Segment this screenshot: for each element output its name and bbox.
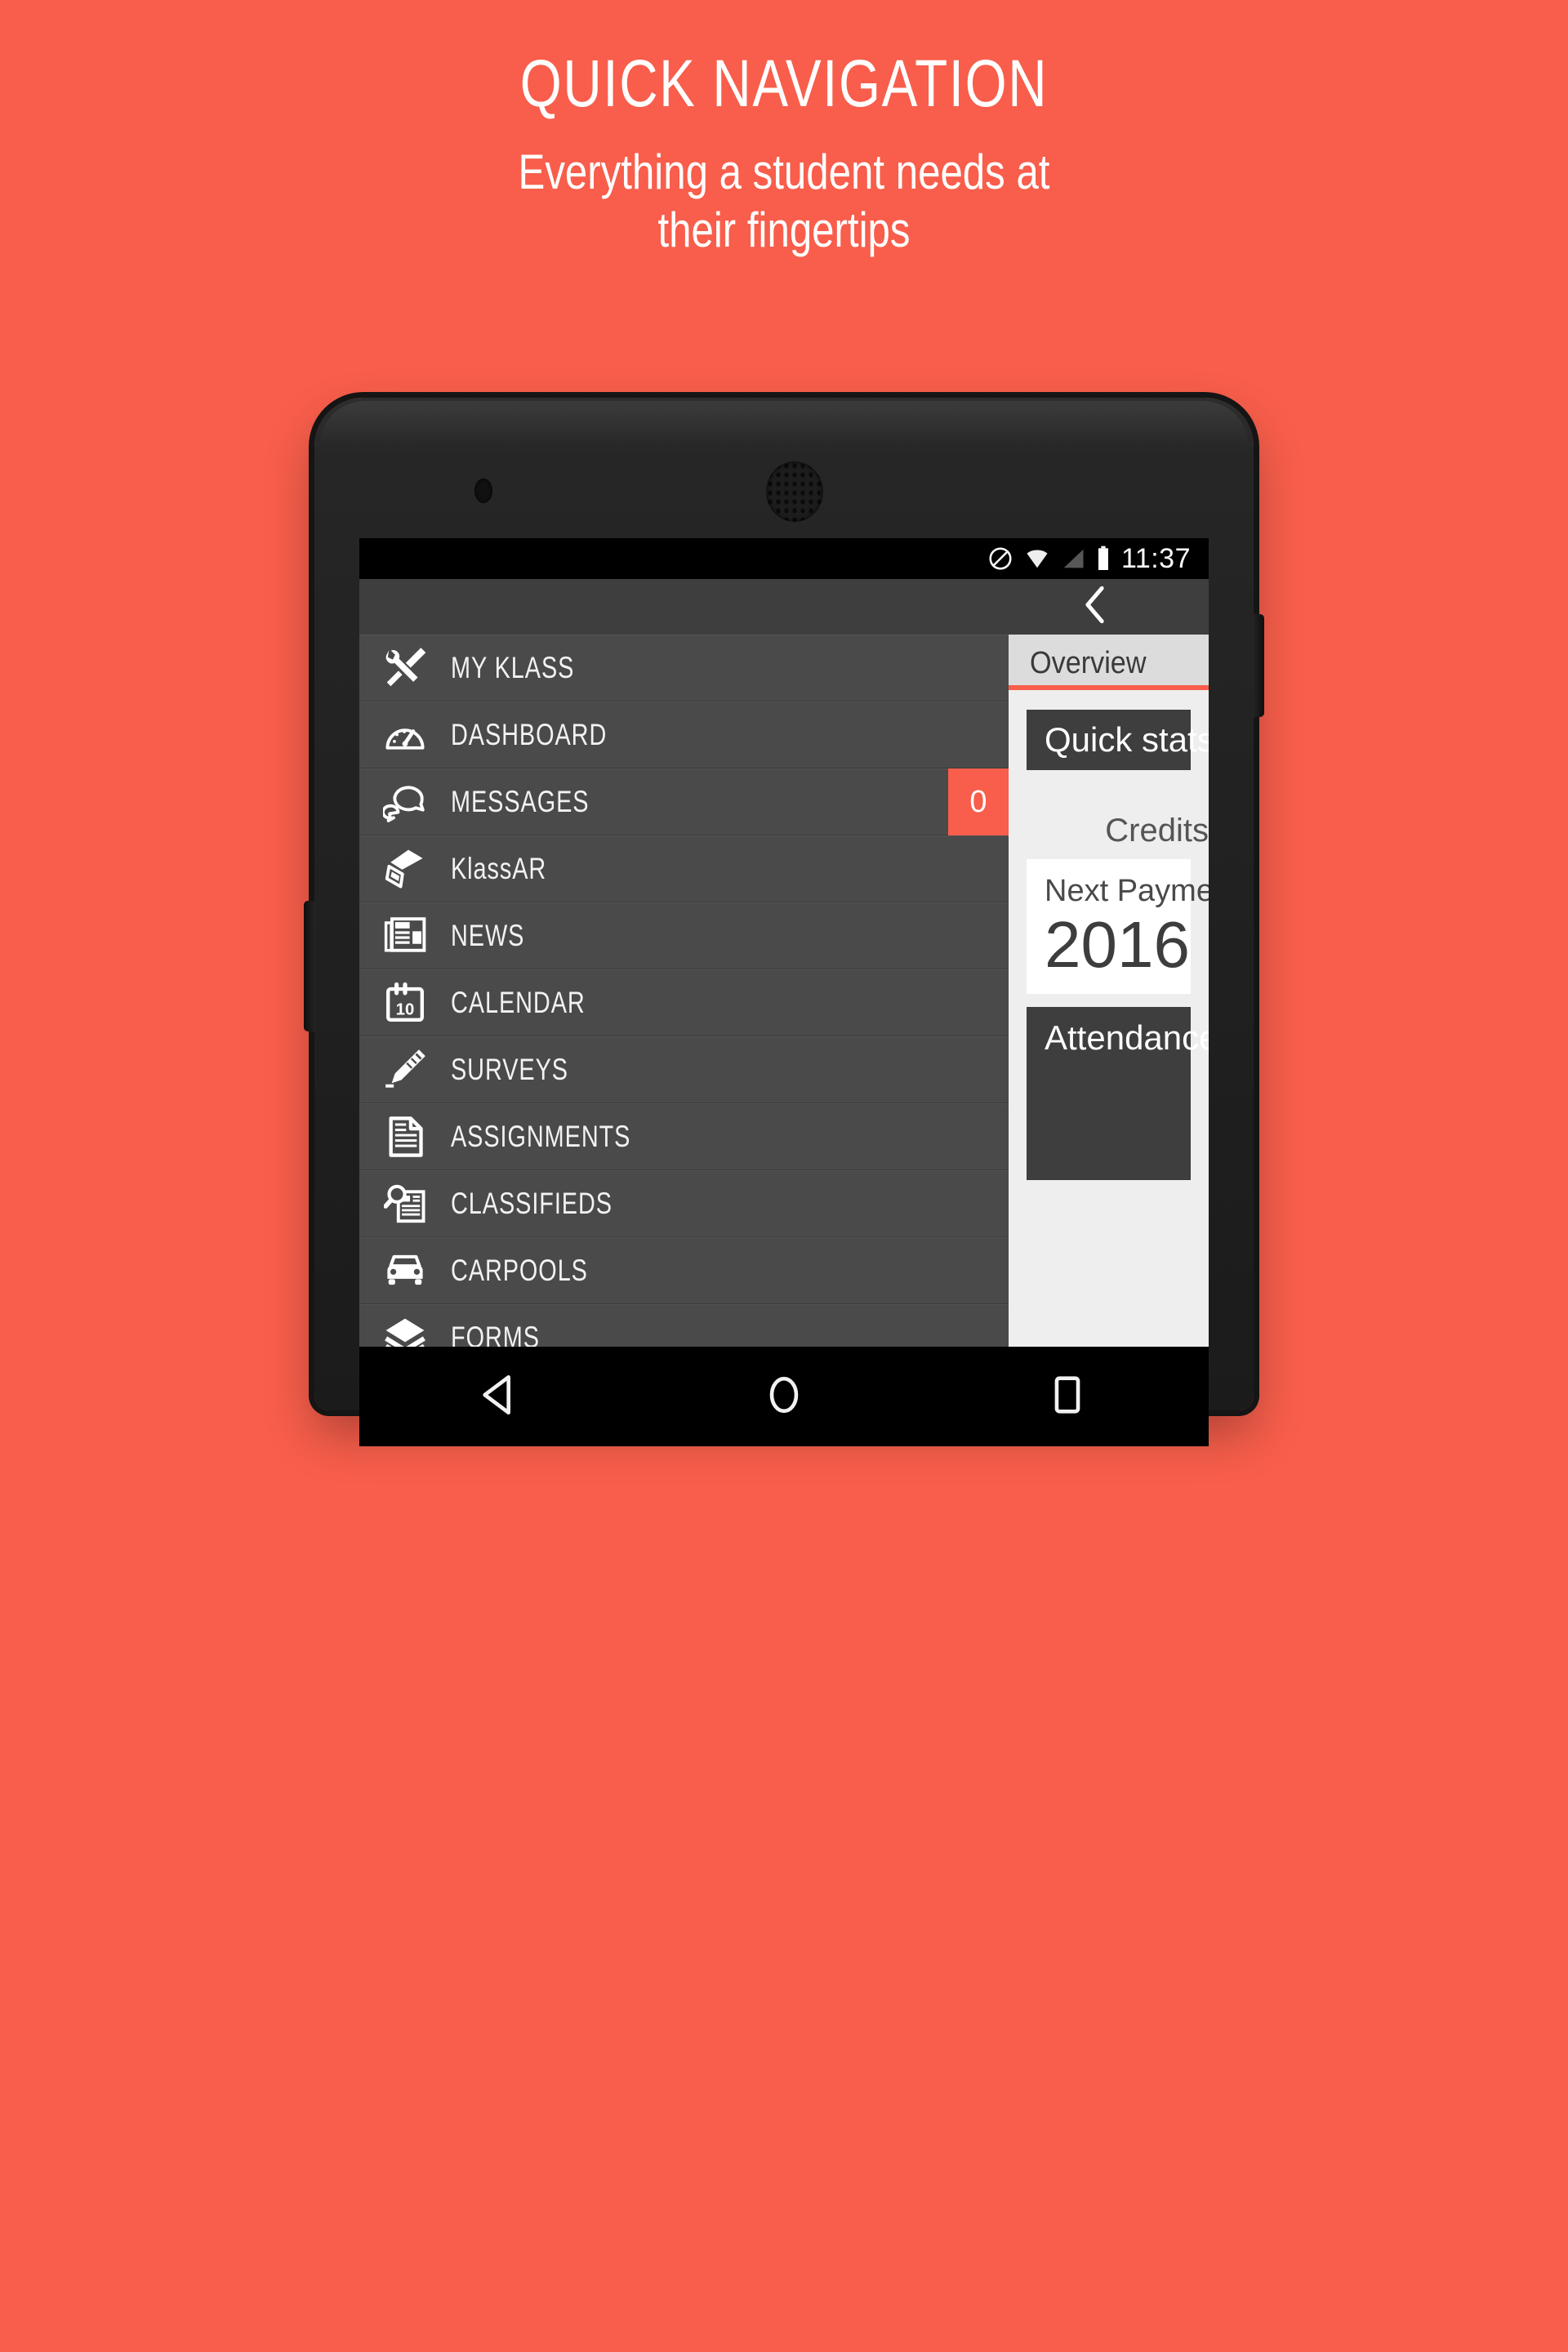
- drawer-item-label: MESSAGES: [451, 784, 590, 818]
- calendar-icon: 10: [359, 982, 451, 1024]
- cellular-signal-icon: [1063, 549, 1084, 568]
- promo-header: QUICK NAVIGATION Everything a student ne…: [0, 0, 1568, 260]
- drawer-item-label: NEWS: [451, 918, 525, 952]
- promo-subtitle-line-1: Everything a student needs at: [518, 145, 1050, 199]
- android-recents-icon[interactable]: [1044, 1371, 1091, 1423]
- attendance-card: Attendance: [1027, 1007, 1209, 1180]
- drawer-item-calendar[interactable]: 10 CALENDAR: [359, 969, 1009, 1036]
- drawer-item-my-klass[interactable]: MY KLASS: [359, 635, 1009, 702]
- layers-icon: [359, 1316, 451, 1347]
- next-payment-label: Next Payment: [1045, 874, 1209, 908]
- classifieds-icon: [359, 1183, 451, 1225]
- next-payment-value: 2016: [1045, 908, 1190, 981]
- drawer-item-label: SURVEYS: [451, 1052, 568, 1086]
- tab-overview[interactable]: Overview: [1030, 646, 1147, 681]
- speedometer-icon: [359, 713, 451, 757]
- status-bar-clock: 11:37: [1120, 542, 1191, 574]
- drawer-item-news[interactable]: NEWS: [359, 902, 1009, 969]
- drawer-item-label: ASSIGNMENTS: [451, 1119, 631, 1153]
- battery-icon: [1098, 546, 1108, 570]
- chevron-left-icon[interactable]: [1081, 584, 1111, 630]
- drawer-item-surveys[interactable]: SURVEYS: [359, 1036, 1009, 1103]
- newspaper-icon: [359, 915, 451, 957]
- document-icon: [359, 1116, 451, 1158]
- promo-subtitle-line-2: their fingertips: [657, 202, 911, 257]
- drawer-item-label: CARPOOLS: [451, 1253, 588, 1287]
- quick-stats-header: Quick stats: [1027, 710, 1209, 770]
- phone-mockup: 11:37 MY KLASS DASHBOARD MESSAGES 0 Klas…: [304, 398, 1264, 1446]
- scanner-icon: [359, 847, 451, 891]
- drawer-item-label: CLASSIFIEDS: [451, 1186, 612, 1220]
- status-badge: 0: [948, 768, 1009, 835]
- chat-bubbles-icon: [359, 780, 451, 824]
- power-button[interactable]: [1253, 614, 1264, 717]
- drawer-item-carpools[interactable]: CARPOOLS: [359, 1237, 1009, 1304]
- front-camera-icon: [474, 479, 492, 503]
- volume-button[interactable]: [304, 901, 315, 1031]
- content-pane: Overview Quick stats Credits Next Paymen…: [1009, 635, 1209, 1347]
- pencil-icon: [359, 1049, 451, 1091]
- phone-screen: 11:37 MY KLASS DASHBOARD MESSAGES 0 Klas…: [359, 538, 1209, 1347]
- next-payment-card: Next Payment 2016: [1027, 859, 1209, 994]
- page-title: QUICK NAVIGATION: [519, 47, 1049, 121]
- drawer-item-forms[interactable]: FORMS: [359, 1304, 1009, 1347]
- android-home-icon[interactable]: [760, 1371, 808, 1423]
- status-bar: 11:37: [359, 538, 1209, 579]
- drawer-item-label: MY KLASS: [451, 650, 575, 684]
- tools-icon: [359, 646, 451, 690]
- tab-bar[interactable]: Overview: [1009, 635, 1209, 690]
- android-back-icon[interactable]: [477, 1371, 524, 1423]
- drawer-item-label: FORMS: [451, 1320, 540, 1348]
- promo-subtitle: Everything a student needs at their fing…: [141, 118, 1427, 260]
- drawer-item-label: DASHBOARD: [451, 717, 608, 751]
- drawer-item-assignments[interactable]: ASSIGNMENTS: [359, 1103, 1009, 1170]
- car-icon: [359, 1249, 451, 1293]
- navigation-drawer[interactable]: MY KLASS DASHBOARD MESSAGES 0 KlassAR NE…: [359, 635, 1009, 1347]
- app-bar: [359, 579, 1209, 635]
- quick-stats-card: Quick stats: [1027, 710, 1209, 770]
- android-nav-bar[interactable]: [359, 1347, 1209, 1446]
- app-body: MY KLASS DASHBOARD MESSAGES 0 KlassAR NE…: [359, 635, 1209, 1347]
- drawer-item-messages[interactable]: MESSAGES 0: [359, 768, 1009, 835]
- do-not-disturb-icon: [989, 547, 1012, 570]
- drawer-item-klassar[interactable]: KlassAR: [359, 835, 1009, 902]
- tab-active-indicator: [1009, 685, 1209, 690]
- drawer-item-dashboard[interactable]: DASHBOARD: [359, 702, 1009, 768]
- drawer-item-label: KlassAR: [451, 851, 547, 885]
- credits-label: Credits: [1105, 813, 1209, 849]
- svg-text:10: 10: [396, 1000, 415, 1018]
- wifi-icon: [1027, 550, 1048, 568]
- drawer-item-classifieds[interactable]: CLASSIFIEDS: [359, 1170, 1009, 1237]
- drawer-item-label: CALENDAR: [451, 985, 586, 1019]
- earpiece-speaker-icon: [766, 461, 823, 522]
